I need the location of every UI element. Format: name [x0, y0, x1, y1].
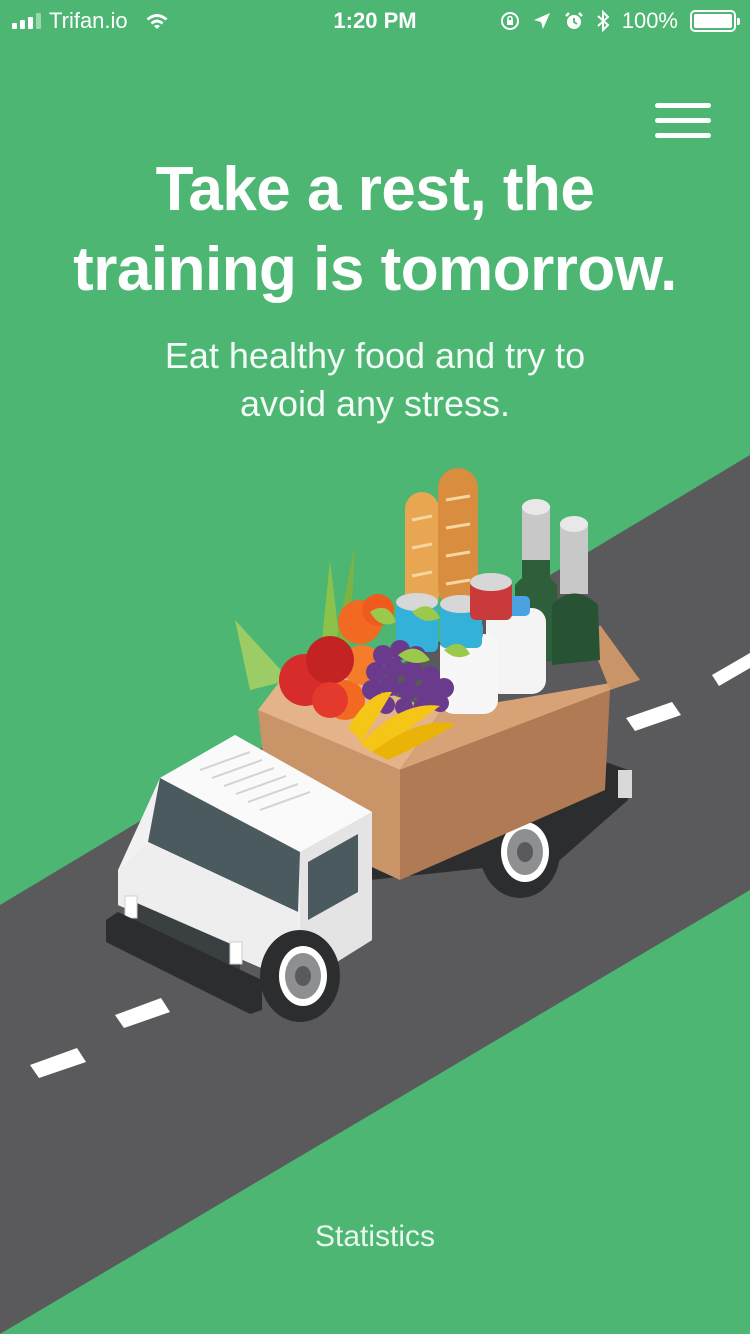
orientation-lock-icon: [500, 12, 519, 30]
page-title: Take a rest, the training is tomorrow.: [0, 150, 750, 310]
status-bar: Trifan.io 1:20 PM 100%: [0, 0, 750, 40]
hamburger-menu-icon[interactable]: [652, 100, 714, 142]
subtitle: Eat healthy food and try to avoid any st…: [90, 332, 660, 428]
battery-fill: [694, 14, 732, 28]
status-bar-right: 100%: [500, 7, 740, 35]
road: [0, 455, 750, 1334]
title-line-1: Take a rest, the: [155, 155, 595, 224]
bluetooth-icon: [597, 10, 610, 32]
statistics-link[interactable]: Statistics: [275, 1215, 475, 1259]
subtitle-line-2: avoid any stress.: [239, 383, 511, 424]
location-arrow-icon: [533, 13, 550, 29]
delivery-truck-illustration: [0, 455, 750, 1334]
alarm-icon: [564, 12, 583, 29]
battery-icon: [690, 10, 740, 32]
subtitle-line-1: Eat healthy food and try to: [164, 335, 586, 376]
front-wheel: [260, 930, 340, 1022]
battery-percent: 100%: [621, 8, 678, 33]
title-line-2: training is tomorrow.: [73, 235, 677, 304]
